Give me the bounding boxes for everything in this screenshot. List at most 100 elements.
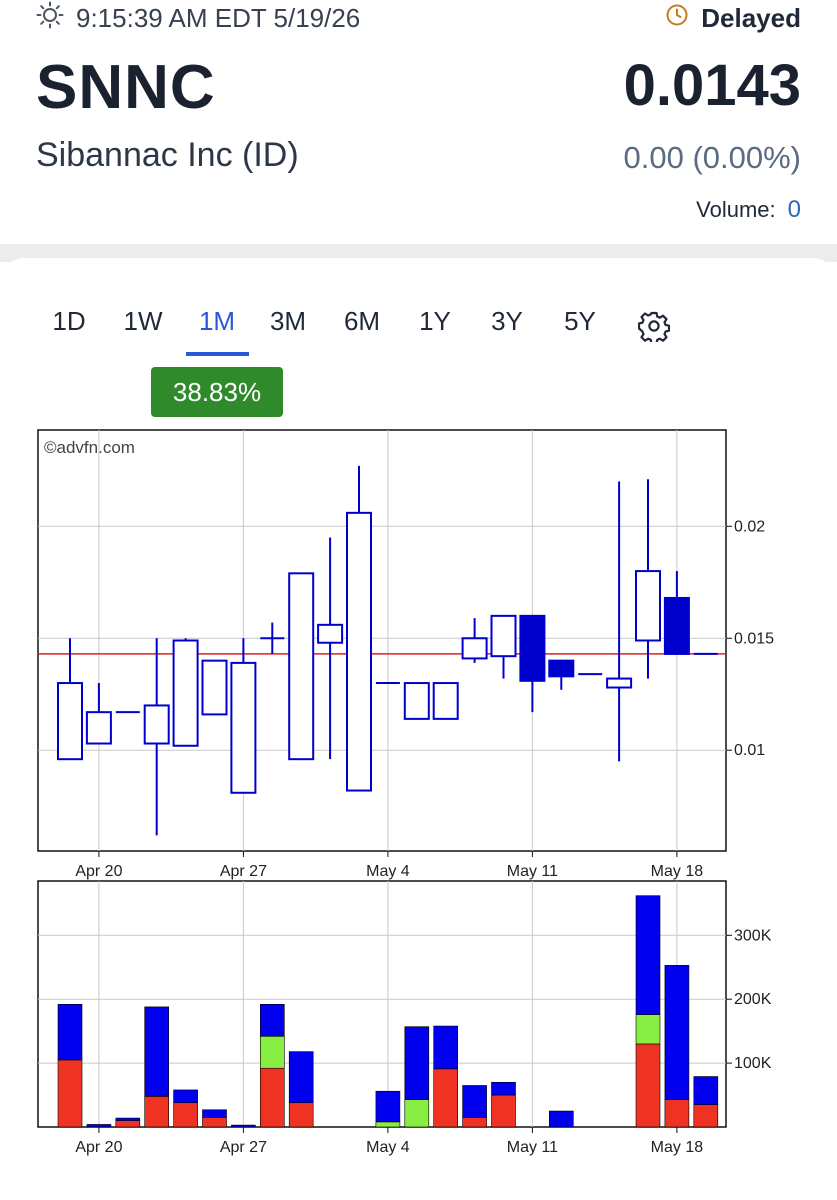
volume-x-tick-label: May 11 <box>507 1139 558 1156</box>
volume-plot-area <box>37 880 727 1128</box>
tab-1d[interactable]: 1D <box>52 306 85 337</box>
volume-x-tick-label: May 18 <box>651 1139 704 1156</box>
volume-bar <box>548 1110 574 1128</box>
volume-bar-neutral <box>462 1085 487 1118</box>
gear-icon[interactable] <box>637 310 671 347</box>
volume-x-tick-label: Apr 27 <box>220 1139 267 1156</box>
tab-5y[interactable]: 5Y <box>564 306 596 337</box>
candle-body <box>172 639 199 747</box>
volume-bar <box>259 1004 285 1128</box>
volume-bar <box>115 1117 141 1128</box>
volume-bar <box>202 1109 227 1128</box>
candle-body <box>663 596 690 655</box>
price-x-tick-label: May 18 <box>651 863 704 880</box>
candle-body <box>317 623 344 644</box>
volume-bar-down <box>288 1102 314 1128</box>
volume-row: Volume: 0 <box>696 196 801 224</box>
volume-bar-neutral <box>115 1117 141 1121</box>
candle-body <box>288 572 315 761</box>
tab-6m[interactable]: 6M <box>344 306 380 337</box>
volume-y-tick-label: 200K <box>734 991 772 1008</box>
volume-bar <box>664 965 690 1128</box>
volume-bar-up <box>259 1035 285 1069</box>
volume-label: Volume: <box>696 197 776 222</box>
volume-bar-down <box>202 1117 227 1128</box>
delayed-label: Delayed <box>701 2 801 33</box>
volume-bar-down <box>693 1104 719 1128</box>
volume-y-tick-label: 300K <box>734 927 772 944</box>
volume-bar-neutral <box>144 1006 169 1097</box>
sun-icon <box>36 1 64 36</box>
volume-bar-up <box>404 1099 430 1128</box>
volume-x-tick-label: Apr 20 <box>75 1139 122 1156</box>
price-y-tick-label: 0.015 <box>734 630 774 647</box>
volume-bar-neutral <box>548 1110 574 1128</box>
price-y-tick-label: 0.02 <box>734 518 765 535</box>
company-name: Sibannac Inc (ID) <box>36 136 299 174</box>
volume-bar <box>375 1090 401 1128</box>
candle-body <box>346 511 372 792</box>
watermark: ©advfn.com <box>44 438 135 457</box>
volume-y-tick-label: 100K <box>734 1055 772 1072</box>
volume-bar-up <box>635 1014 661 1045</box>
tab-1w[interactable]: 1W <box>124 306 163 337</box>
price-y-tick-label: 0.01 <box>734 742 765 759</box>
volume-bar-down <box>259 1067 285 1128</box>
volume-bar-neutral <box>693 1076 719 1105</box>
price-x-tick-label: Apr 20 <box>75 863 122 880</box>
performance-badge: 38.83% <box>151 367 283 417</box>
volume-bar-neutral <box>288 1051 314 1104</box>
candle <box>201 659 228 716</box>
volume-bar-neutral <box>173 1089 198 1104</box>
volume-bar <box>173 1089 198 1128</box>
candle-body <box>635 570 661 642</box>
clock-icon <box>665 3 689 34</box>
candle <box>403 682 430 720</box>
volume-bar-neutral <box>404 1026 430 1100</box>
volume-bar <box>462 1085 487 1128</box>
volume-bar <box>693 1076 719 1128</box>
volume-bar <box>86 1124 112 1128</box>
delayed-status: Delayed <box>665 2 801 34</box>
candle-body <box>403 682 430 720</box>
volume-bar <box>231 1124 256 1128</box>
tab-3m[interactable]: 3M <box>270 306 306 337</box>
candle-body <box>230 661 257 794</box>
candle-body <box>548 659 575 678</box>
candle <box>172 638 199 747</box>
active-tab-indicator <box>186 352 249 356</box>
tab-3y[interactable]: 3Y <box>491 306 523 337</box>
volume-bar-neutral <box>86 1124 112 1128</box>
timestamp-row: 9:15:39 AM EDT 5/19/26 <box>36 1 361 36</box>
candle <box>432 682 459 720</box>
volume-bar-neutral <box>202 1109 227 1118</box>
volume-bar-neutral <box>491 1081 516 1096</box>
candle-body <box>461 637 488 660</box>
candle-body <box>57 682 83 761</box>
volume-bar-neutral <box>433 1025 459 1070</box>
candle-body <box>143 704 170 745</box>
candle-body <box>519 614 546 682</box>
tab-1m[interactable]: 1M <box>199 306 235 337</box>
volume-bar <box>635 895 661 1128</box>
volume-bar-down <box>491 1094 516 1128</box>
volume-bar-down <box>635 1043 661 1128</box>
volume-bar-neutral <box>259 1004 285 1037</box>
volume-bar-down <box>433 1068 459 1128</box>
volume-bar <box>288 1051 314 1128</box>
volume-bar-neutral <box>635 895 661 1015</box>
price-plot-area <box>37 429 727 852</box>
timestamp: 9:15:39 AM EDT 5/19/26 <box>76 2 361 33</box>
candle <box>288 572 315 761</box>
volume-bar <box>144 1006 169 1128</box>
volume-bar-down <box>462 1117 487 1128</box>
candle-body <box>201 659 228 716</box>
range-tabs: 1D 1W 1M 3M 6M 1Y 3Y 5Y <box>38 306 698 356</box>
volume-bar-down <box>664 1099 690 1128</box>
candle-body <box>85 711 112 745</box>
volume-bar-neutral <box>231 1124 256 1128</box>
volume-bar-neutral <box>57 1004 83 1061</box>
volume-bar-down <box>115 1120 141 1128</box>
candle-body <box>606 677 633 689</box>
tab-1y[interactable]: 1Y <box>419 306 451 337</box>
